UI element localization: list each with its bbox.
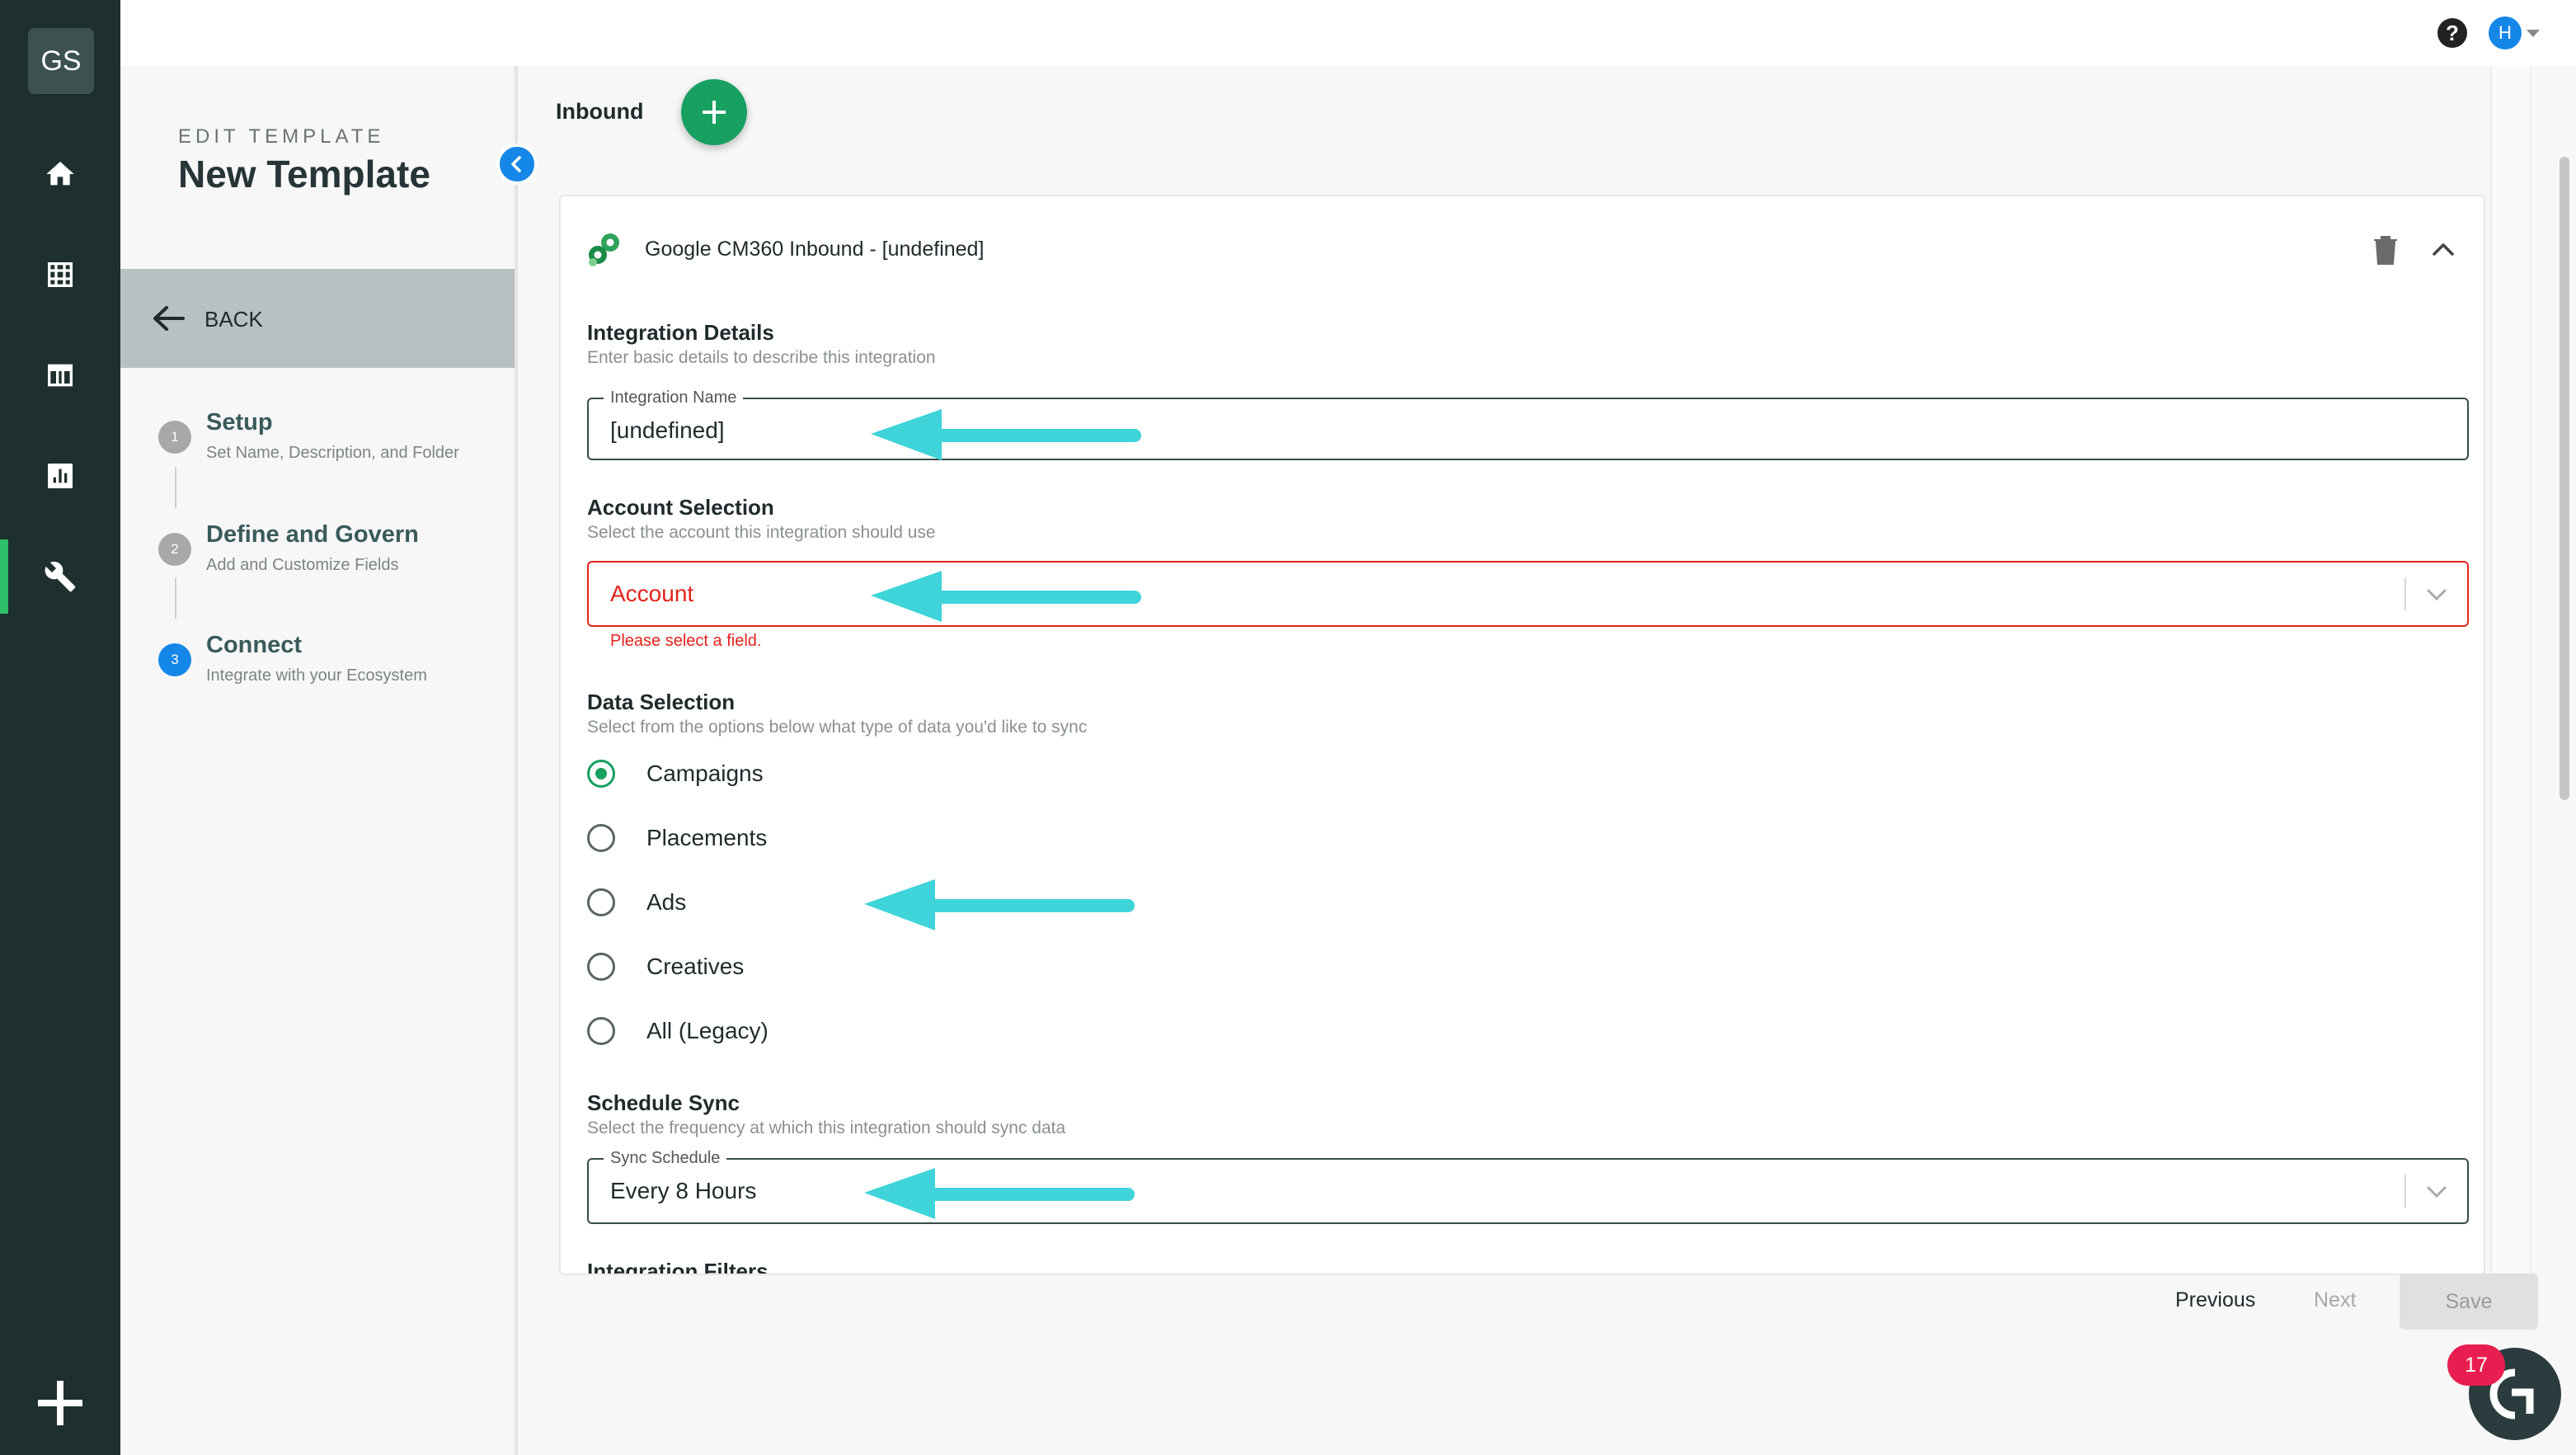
scrollbar-thumb[interactable]	[2560, 157, 2569, 800]
annotation-arrow-icon	[871, 409, 1141, 460]
radio-label: Creatives	[646, 954, 745, 979]
radio-option-creatives[interactable]: Creatives	[587, 950, 744, 983]
cm360-logo-icon	[589, 233, 619, 266]
step-description: Integrate with your Ecosystem	[206, 666, 427, 685]
radio-checked-icon[interactable]	[587, 760, 615, 788]
add-integration-button[interactable]	[681, 79, 747, 145]
help-icon[interactable]: ?	[2437, 18, 2467, 48]
data-selection-subtitle: Select from the options below what type …	[587, 718, 1088, 737]
radio-label: Ads	[646, 889, 687, 915]
select-divider	[2404, 577, 2406, 610]
integration-details-subtitle: Enter basic details to describe this int…	[587, 348, 936, 367]
wrench-icon	[45, 561, 76, 592]
step-number: 2	[158, 533, 191, 566]
data-selection-title: Data Selection	[587, 690, 736, 714]
table-icon	[48, 364, 73, 387]
step-number: 1	[158, 421, 191, 454]
field-value: Every 8 Hours	[610, 1178, 757, 1203]
collapse-sidebar-button[interactable]	[496, 144, 538, 185]
next-button[interactable]: Next	[2314, 1288, 2356, 1312]
arrow-left-icon	[153, 306, 185, 331]
step-title: Setup	[206, 409, 273, 436]
radio-option-campaigns[interactable]: Campaigns	[587, 757, 764, 790]
add-icon[interactable]	[31, 1374, 89, 1432]
radio-unchecked-icon[interactable]	[587, 888, 615, 916]
radio-option-all-legacy[interactable]: All (Legacy)	[587, 1015, 769, 1048]
notification-badge: 17	[2447, 1344, 2505, 1386]
step-title: Connect	[206, 632, 302, 658]
chevron-down-icon	[2427, 589, 2447, 601]
radio-unchecked-icon[interactable]	[587, 953, 615, 981]
sidebar-subtitle: EDIT TEMPLATE	[178, 125, 385, 148]
home-icon	[46, 162, 74, 186]
radio-unchecked-icon[interactable]	[587, 1017, 615, 1045]
chevron-down-icon	[2427, 1186, 2447, 1198]
left-rail: GS	[0, 0, 120, 1455]
account-error-text: Please select a field.	[610, 632, 762, 650]
back-label: BACK	[204, 307, 263, 332]
annotation-arrow-icon	[864, 1168, 1135, 1219]
select-divider	[2404, 1175, 2406, 1208]
field-label: Integration Name	[604, 388, 744, 407]
top-bar	[120, 0, 2576, 66]
radio-label: Placements	[646, 825, 768, 850]
rail-table[interactable]	[0, 338, 120, 412]
radio-label: All (Legacy)	[646, 1018, 769, 1043]
chevron-left-icon	[511, 156, 521, 172]
rail-integrations[interactable]	[0, 539, 120, 614]
schedule-sync-subtitle: Select the frequency at which this integ…	[587, 1118, 1066, 1137]
step-connector	[175, 577, 176, 619]
integration-title: Google CM360 Inbound - [undefined]	[645, 238, 985, 261]
section-title-inbound: Inbound	[556, 99, 644, 124]
field-label: Sync Schedule	[604, 1149, 727, 1168]
workspace-logo[interactable]: GS	[28, 28, 94, 94]
grid-icon	[48, 262, 73, 287]
save-button[interactable]: Save	[2400, 1274, 2538, 1330]
radio-unchecked-icon[interactable]	[587, 824, 615, 852]
rail-grid[interactable]	[0, 238, 120, 312]
chevron-up-icon[interactable]	[2431, 241, 2456, 257]
back-button[interactable]: BACK	[120, 269, 515, 368]
step-connector	[175, 467, 176, 508]
radio-option-placements[interactable]: Placements	[587, 822, 767, 855]
template-sidebar: EDIT TEMPLATE New Template BACK 1 Setup …	[120, 66, 518, 1455]
radio-label: Campaigns	[646, 760, 764, 786]
field-value: [undefined]	[610, 417, 725, 443]
integration-details-title: Integration Details	[587, 320, 774, 345]
account-selection-title: Account Selection	[587, 495, 774, 520]
integration-card: Google CM360 Inbound - [undefined] Integ…	[559, 195, 2485, 1275]
step-description: Add and Customize Fields	[206, 556, 399, 574]
account-selection-subtitle: Select the account this integration shou…	[587, 523, 936, 542]
page-title: New Template	[178, 153, 430, 195]
annotation-arrow-icon	[864, 879, 1135, 930]
previous-button[interactable]: Previous	[2175, 1288, 2255, 1312]
rail-reports[interactable]	[0, 439, 120, 513]
scroll-track	[2490, 66, 2531, 1278]
caret-down-icon[interactable]	[2527, 30, 2540, 37]
step-description: Set Name, Description, and Folder	[206, 444, 459, 462]
trash-icon[interactable]	[2372, 234, 2400, 266]
schedule-sync-title: Schedule Sync	[587, 1090, 740, 1115]
radio-option-ads[interactable]: Ads	[587, 886, 686, 919]
annotation-arrow-icon	[871, 571, 1141, 622]
step-number: 3	[158, 643, 191, 676]
integration-filters-title: Integration Filters	[587, 1259, 769, 1275]
avatar[interactable]: H	[2489, 16, 2522, 49]
rail-home[interactable]	[0, 137, 120, 211]
account-placeholder: Account	[610, 581, 694, 606]
step-title: Define and Govern	[206, 521, 419, 548]
chart-icon	[48, 464, 73, 488]
